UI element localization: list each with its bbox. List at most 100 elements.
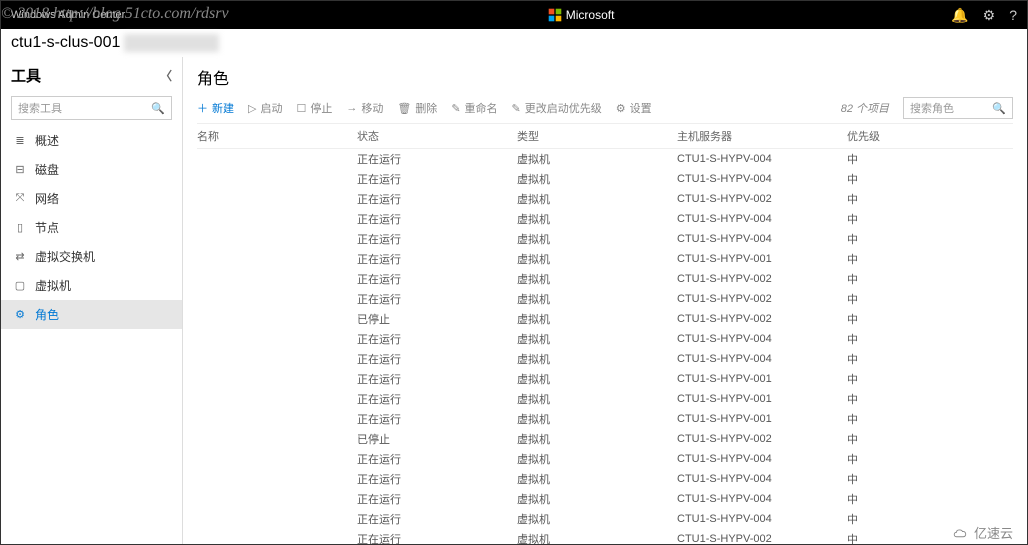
col-host-header[interactable]: 主机服务器 [677, 128, 847, 144]
table-row[interactable]: 已停止虚拟机CTU1-S-HYPV-002中 [197, 309, 1013, 329]
cell-type: 虚拟机 [517, 171, 677, 187]
cell-host: CTU1-S-HYPV-001 [677, 393, 847, 405]
table-row[interactable]: 正在运行虚拟机CTU1-S-HYPV-001中 [197, 369, 1013, 389]
cell-priority: 中 [847, 371, 907, 387]
cloud-icon [952, 524, 970, 542]
cell-host: CTU1-S-HYPV-001 [677, 253, 847, 265]
app-title: Windows Admin Center [11, 9, 211, 21]
sidebar-item[interactable]: ≣概述 [1, 126, 182, 155]
cell-host: CTU1-S-HYPV-004 [677, 473, 847, 485]
cell-host: CTU1-S-HYPV-001 [677, 413, 847, 425]
table-row[interactable]: 正在运行虚拟机CTU1-S-HYPV-001中 [197, 249, 1013, 269]
cell-host: CTU1-S-HYPV-004 [677, 173, 847, 185]
cell-status: 正在运行 [357, 331, 517, 347]
sidebar-item[interactable]: ⤧网络 [1, 184, 182, 213]
table-row[interactable]: 正在运行虚拟机CTU1-S-HYPV-002中 [197, 289, 1013, 309]
nav-icon: ⤧ [13, 192, 27, 205]
content-area: 角色 ＋新建 ▷启动 ☐停止 →移动 🗑删除 ✎重命名 ✎更改启动优先级 ⚙设置… [183, 57, 1027, 544]
cell-status: 正在运行 [357, 151, 517, 167]
cell-priority: 中 [847, 451, 907, 467]
content-search-placeholder: 搜索角色 [910, 100, 954, 116]
cell-host: CTU1-S-HYPV-004 [677, 353, 847, 365]
sidebar-search-input[interactable]: 搜索工具 🔍 [11, 96, 172, 120]
cell-host: CTU1-S-HYPV-004 [677, 493, 847, 505]
help-icon[interactable]: ? [1009, 7, 1017, 23]
cell-priority: 中 [847, 531, 907, 544]
sidebar-item[interactable]: ▯节点 [1, 213, 182, 242]
rename-button[interactable]: ✎重命名 [451, 100, 497, 116]
cluster-bar: ctu1-s-clus-001 [1, 29, 1027, 57]
stop-icon: ☐ [296, 102, 306, 115]
nav-icon: ≣ [13, 134, 27, 147]
table-row[interactable]: 正在运行虚拟机CTU1-S-HYPV-004中 [197, 149, 1013, 169]
cell-type: 虚拟机 [517, 191, 677, 207]
cell-status: 正在运行 [357, 491, 517, 507]
cell-priority: 中 [847, 351, 907, 367]
table-row[interactable]: 正在运行虚拟机CTU1-S-HYPV-001中 [197, 389, 1013, 409]
trash-icon: 🗑 [397, 102, 411, 115]
search-icon: 🔍 [151, 102, 165, 115]
remove-button[interactable]: 🗑删除 [397, 100, 437, 116]
table-header: 名称 状态 类型 主机服务器 优先级 [197, 124, 1013, 149]
col-status-header[interactable]: 状态 [357, 128, 517, 144]
collapse-sidebar-icon[interactable]: 〈 [160, 67, 172, 84]
col-name-header[interactable]: 名称 [197, 128, 357, 144]
table-row[interactable]: 已停止虚拟机CTU1-S-HYPV-002中 [197, 429, 1013, 449]
table-row[interactable]: 正在运行虚拟机CTU1-S-HYPV-002中 [197, 189, 1013, 209]
cell-type: 虚拟机 [517, 471, 677, 487]
move-icon: → [346, 102, 357, 114]
col-type-header[interactable]: 类型 [517, 128, 677, 144]
search-icon: 🔍 [992, 102, 1006, 115]
cell-host: CTU1-S-HYPV-002 [677, 433, 847, 445]
cell-type: 虚拟机 [517, 291, 677, 307]
cell-host: CTU1-S-HYPV-004 [677, 213, 847, 225]
notifications-icon[interactable]: 🔔 [951, 7, 968, 24]
table-body[interactable]: 正在运行虚拟机CTU1-S-HYPV-004中正在运行虚拟机CTU1-S-HYP… [197, 149, 1013, 544]
stop-button[interactable]: ☐停止 [296, 100, 332, 116]
cell-status: 正在运行 [357, 391, 517, 407]
content-search-input[interactable]: 搜索角色 🔍 [903, 97, 1013, 119]
cell-type: 虚拟机 [517, 231, 677, 247]
start-button[interactable]: ▷启动 [248, 100, 282, 116]
table-row[interactable]: 正在运行虚拟机CTU1-S-HYPV-004中 [197, 169, 1013, 189]
sidebar-item[interactable]: ⚙角色 [1, 300, 182, 329]
sidebar-item-label: 磁盘 [35, 161, 59, 178]
cell-status: 正在运行 [357, 291, 517, 307]
table-row[interactable]: 正在运行虚拟机CTU1-S-HYPV-002中 [197, 529, 1013, 544]
priority-icon: ✎ [512, 102, 521, 115]
cell-status: 正在运行 [357, 231, 517, 247]
brand-center: Microsoft [211, 8, 951, 22]
edit-icon: ✎ [451, 102, 460, 115]
cell-priority: 中 [847, 171, 907, 187]
cell-type: 虚拟机 [517, 211, 677, 227]
sidebar-item[interactable]: ⇄虚拟交换机 [1, 242, 182, 271]
table-row[interactable]: 正在运行虚拟机CTU1-S-HYPV-004中 [197, 509, 1013, 529]
cell-priority: 中 [847, 231, 907, 247]
cell-type: 虚拟机 [517, 491, 677, 507]
table-row[interactable]: 正在运行虚拟机CTU1-S-HYPV-001中 [197, 409, 1013, 429]
sidebar-item[interactable]: ▢虚拟机 [1, 271, 182, 300]
item-count: 82 个项目 [841, 100, 889, 116]
move-button[interactable]: →移动 [346, 100, 383, 116]
table-row[interactable]: 正在运行虚拟机CTU1-S-HYPV-004中 [197, 469, 1013, 489]
cell-priority: 中 [847, 391, 907, 407]
table-row[interactable]: 正在运行虚拟机CTU1-S-HYPV-004中 [197, 449, 1013, 469]
cell-priority: 中 [847, 271, 907, 287]
table-row[interactable]: 正在运行虚拟机CTU1-S-HYPV-004中 [197, 209, 1013, 229]
settings-button[interactable]: ⚙设置 [616, 100, 652, 116]
table-row[interactable]: 正在运行虚拟机CTU1-S-HYPV-002中 [197, 269, 1013, 289]
change-priority-button[interactable]: ✎更改启动优先级 [512, 100, 602, 116]
new-button[interactable]: ＋新建 [197, 100, 234, 116]
table-row[interactable]: 正在运行虚拟机CTU1-S-HYPV-004中 [197, 349, 1013, 369]
sidebar-search-placeholder: 搜索工具 [18, 100, 62, 116]
cell-host: CTU1-S-HYPV-002 [677, 193, 847, 205]
col-priority-header[interactable]: 优先级 [847, 128, 907, 144]
table-row[interactable]: 正在运行虚拟机CTU1-S-HYPV-004中 [197, 489, 1013, 509]
table-row[interactable]: 正在运行虚拟机CTU1-S-HYPV-004中 [197, 229, 1013, 249]
sidebar-item[interactable]: ⊟磁盘 [1, 155, 182, 184]
cell-priority: 中 [847, 511, 907, 527]
nav-icon: ⇄ [13, 250, 27, 263]
footer-brand: 亿速云 [952, 523, 1013, 542]
table-row[interactable]: 正在运行虚拟机CTU1-S-HYPV-004中 [197, 329, 1013, 349]
settings-icon[interactable]: ⚙ [983, 7, 996, 24]
